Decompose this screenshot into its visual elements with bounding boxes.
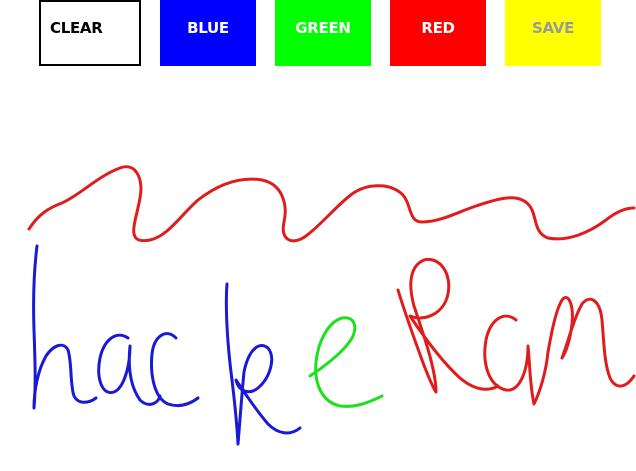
red-color-button[interactable]: RED (390, 0, 486, 66)
clear-button[interactable]: CLEAR (39, 0, 141, 66)
drawing-canvas[interactable] (0, 0, 636, 471)
blue-c-stroke (150, 332, 200, 408)
green-e-stroke (308, 316, 384, 408)
red-R-stroke (396, 257, 500, 394)
green-color-button[interactable]: GREEN (275, 0, 371, 66)
drawing-app: CLEAR BLUE GREEN RED SAVE (0, 0, 636, 471)
red-m-stroke (546, 296, 636, 388)
blue-color-button[interactable]: BLUE (160, 0, 256, 66)
save-button[interactable]: SAVE (505, 0, 601, 66)
red-wave-stroke (27, 165, 636, 243)
color-toolbar: CLEAR BLUE GREEN RED SAVE (0, 0, 636, 70)
red-a-stroke (483, 314, 550, 406)
blue-h-stroke (32, 244, 98, 410)
blue-k-stroke (224, 282, 302, 446)
